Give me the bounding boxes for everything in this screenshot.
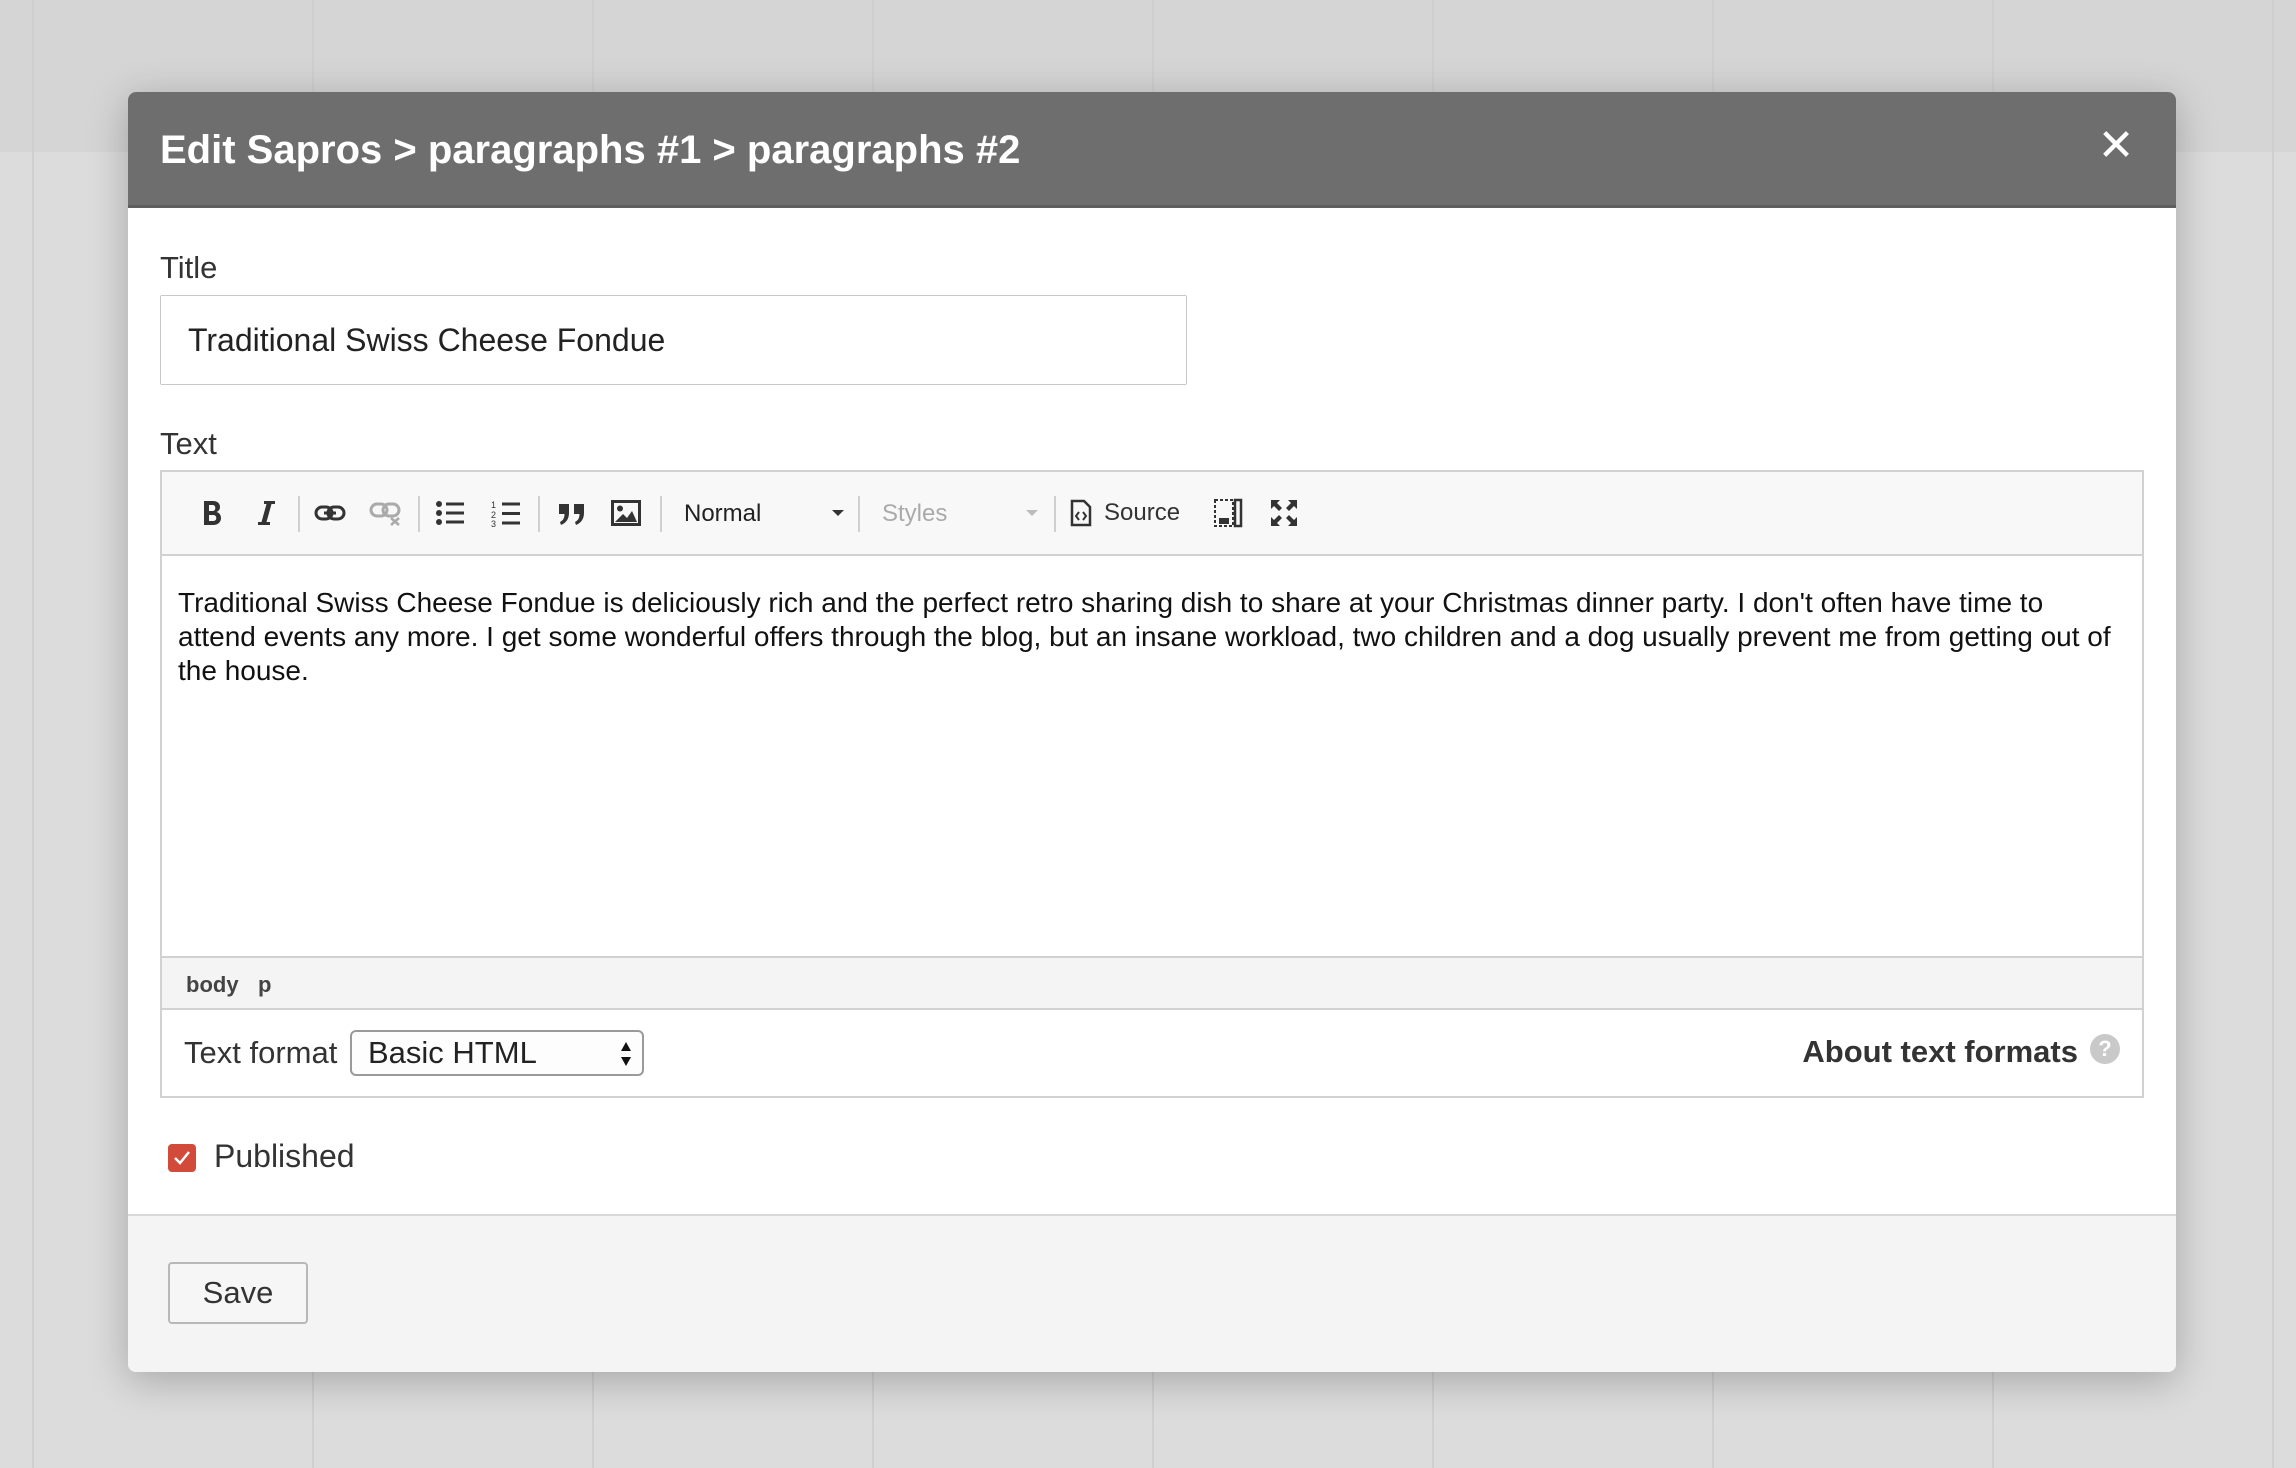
elements-path-bar: body p [162, 956, 2142, 1010]
close-button[interactable]: ✕ [2096, 124, 2136, 168]
select-arrows-icon [621, 1042, 631, 1066]
bold-button[interactable] [190, 490, 234, 536]
title-input[interactable] [160, 295, 1187, 385]
format-combo[interactable]: Normal [684, 492, 844, 536]
toolbar-separator [418, 496, 420, 532]
blockquote-icon [559, 504, 584, 525]
bold-icon [204, 501, 221, 525]
svg-text:3: 3 [491, 519, 496, 527]
maximize-icon [1271, 500, 1297, 526]
edit-dialog: Edit Sapros > paragraphs #1 > paragraphs… [128, 92, 2176, 1372]
svg-text:1: 1 [491, 500, 496, 510]
published-label: Published [214, 1138, 355, 1174]
toolbar-separator [538, 496, 540, 532]
dialog-title: Edit Sapros > paragraphs #1 > paragraphs… [160, 128, 1021, 172]
italic-icon [258, 501, 275, 525]
background-grid-line [2272, 0, 2274, 1468]
background-grid-line [32, 0, 34, 1468]
image-icon [611, 500, 641, 526]
editor-toolbar: 1 2 3 Normal Styles Source [162, 472, 2142, 556]
text-format-label: Text format [184, 1035, 338, 1070]
numbered-list-icon: 1 2 3 [491, 500, 520, 527]
source-icon [1070, 499, 1092, 527]
styles-combo-value: Styles [882, 500, 948, 527]
source-label: Source [1104, 499, 1181, 526]
dialog-footer [128, 1214, 2176, 1372]
title-label: Title [160, 250, 218, 285]
checkmark-icon [174, 1151, 190, 1165]
format-combo-value: Normal [684, 500, 762, 527]
save-button[interactable]: Save [168, 1262, 308, 1324]
close-icon: ✕ [2097, 121, 2135, 170]
blockquote-button[interactable] [548, 490, 596, 536]
source-button[interactable]: Source [1070, 490, 1190, 536]
chevron-down-icon [832, 510, 844, 516]
show-blocks-icon [1214, 498, 1243, 528]
maximize-button[interactable] [1262, 490, 1306, 536]
editor-content[interactable]: Traditional Swiss Cheese Fondue is delic… [162, 556, 2142, 956]
unlink-button[interactable] [364, 490, 408, 536]
published-checkbox[interactable] [168, 1144, 196, 1172]
bulleted-list-button[interactable] [428, 490, 472, 536]
italic-button[interactable] [244, 490, 288, 536]
rich-text-editor: 1 2 3 Normal Styles Source Traditional S… [160, 470, 2144, 1098]
link-icon [314, 505, 346, 521]
bulleted-list-icon [436, 501, 464, 525]
show-blocks-button[interactable] [1206, 490, 1250, 536]
path-item-p[interactable]: p [258, 972, 271, 998]
toolbar-separator [660, 496, 662, 532]
chevron-down-icon [1026, 510, 1038, 516]
toolbar-separator [298, 496, 300, 532]
dialog-header: Edit Sapros > paragraphs #1 > paragraphs… [128, 92, 2176, 208]
link-button[interactable] [308, 490, 352, 536]
text-label: Text [160, 426, 217, 461]
text-format-row: Text format Basic HTML About text format… [162, 1010, 2142, 1096]
text-format-selected: Basic HTML [368, 1035, 537, 1070]
text-format-select[interactable]: Basic HTML [350, 1030, 644, 1076]
numbered-list-button[interactable]: 1 2 3 [484, 490, 528, 536]
path-item-body[interactable]: body [186, 972, 239, 998]
unlink-icon [369, 502, 401, 526]
toolbar-separator [858, 496, 860, 532]
toolbar-separator [1054, 496, 1056, 532]
image-button[interactable] [604, 490, 648, 536]
help-icon[interactable]: ? [2090, 1034, 2120, 1064]
about-text-formats-link[interactable]: About text formats [1802, 1034, 2078, 1070]
styles-combo[interactable]: Styles [882, 492, 1038, 536]
